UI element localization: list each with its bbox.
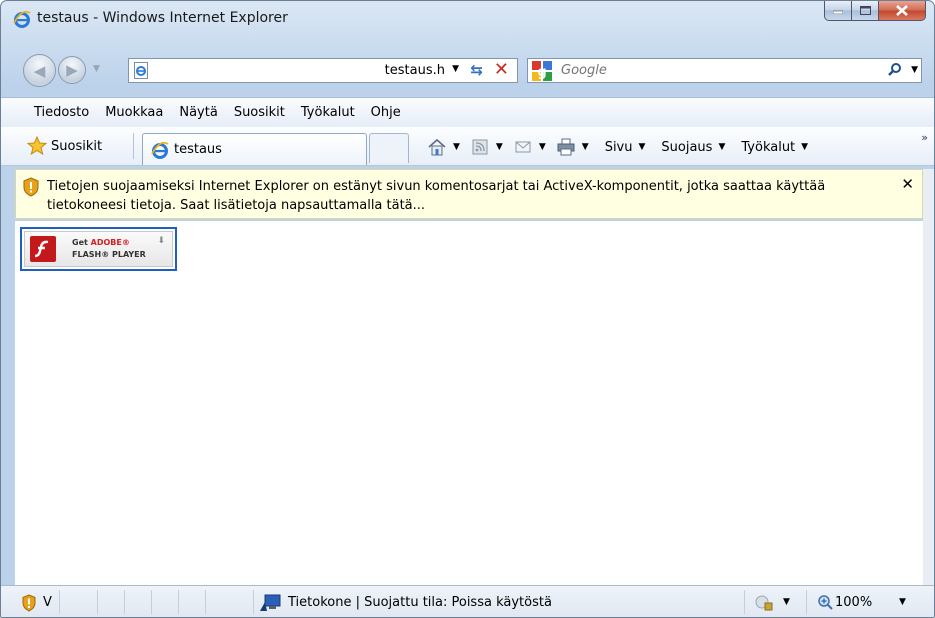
tab-label: testaus: [174, 142, 222, 157]
close-icon[interactable]: ✕: [901, 175, 914, 193]
maximize-icon: [859, 6, 871, 15]
menu-item-file[interactable]: Tiedosto: [1, 105, 97, 120]
flash-get-adobe-text: Get ADOBE®: [72, 238, 130, 247]
flash-badge: Get ADOBE® FLASH® PLAYER ⬇: [24, 231, 173, 267]
navigation-bar: ◀ ▶ ▼ testaus.h ▼ ⇆ ✕ g ▼: [1, 37, 934, 95]
mail-dropdown-icon[interactable]: ▼: [539, 142, 546, 152]
google-logo-icon: g: [532, 61, 552, 81]
toolbar-divider: [133, 133, 134, 159]
status-divider: [178, 590, 179, 614]
title-bar: testaus - Windows Internet Explorer: [1, 1, 934, 37]
address-bar[interactable]: testaus.h ▼ ⇆ ✕: [128, 58, 518, 83]
home-icon[interactable]: [427, 138, 447, 156]
information-bar-message: Tietojen suojaamiseksi Internet Explorer…: [47, 179, 826, 213]
stop-icon[interactable]: ✕: [494, 59, 509, 80]
menu-bar: Tiedosto Muokkaa Näytä Suosikit Työkalut…: [1, 97, 934, 128]
flash-product-text: FLASH® PLAYER: [72, 250, 146, 259]
status-divider: [806, 590, 807, 614]
status-divider: [124, 590, 125, 614]
new-tab-button[interactable]: [369, 133, 409, 163]
back-arrow-icon: ◀: [33, 61, 46, 80]
status-divider: [97, 590, 98, 614]
favorites-label: Suosikit: [51, 138, 103, 154]
forward-button[interactable]: ▶: [58, 56, 86, 84]
forward-arrow-icon: ▶: [66, 61, 78, 79]
status-divider: [151, 590, 152, 614]
home-dropdown-icon[interactable]: ▼: [453, 142, 460, 152]
zoom-icon[interactable]: [817, 594, 833, 610]
safety-dropdown-icon[interactable]: ▼: [718, 142, 725, 152]
close-button[interactable]: [879, 1, 926, 21]
status-divider: [59, 590, 60, 614]
favorites-star-icon: [27, 136, 47, 156]
feeds-dropdown-icon[interactable]: ▼: [496, 142, 503, 152]
zoom-level[interactable]: 100%: [835, 595, 872, 610]
security-zone-text: Tietokone | Suojattu tila: Poissa käytös…: [288, 595, 552, 610]
download-arrow-icon: ⬇: [157, 236, 165, 246]
search-icon[interactable]: [887, 62, 903, 78]
address-dropdown-icon[interactable]: ▼: [452, 64, 459, 74]
mail-icon[interactable]: [513, 138, 533, 156]
print-dropdown-icon[interactable]: ▼: [582, 142, 589, 152]
computer-zone-icon: [260, 594, 281, 611]
protected-mode-dropdown-icon[interactable]: ▼: [783, 597, 790, 607]
tools-menu-button[interactable]: Työkalut: [741, 140, 795, 155]
shield-warning-icon[interactable]: [21, 594, 37, 612]
menu-item-view[interactable]: Näytä: [171, 105, 225, 120]
zoom-dropdown-icon[interactable]: ▼: [899, 597, 906, 607]
back-button[interactable]: ◀: [23, 54, 56, 87]
ie-logo-icon: [151, 141, 169, 159]
menu-item-favorites[interactable]: Suosikit: [226, 105, 293, 120]
vertical-scrollbar[interactable]: [923, 169, 934, 585]
ie-logo-icon: [13, 10, 31, 28]
status-divider: [253, 590, 254, 614]
status-divider: [744, 590, 745, 614]
svg-text:g: g: [537, 65, 546, 80]
recent-pages-dropdown-icon[interactable]: ▼: [93, 64, 100, 74]
command-tools: ▼ ▼ ▼ ▼ Sivu ▼ Suojaus ▼ Työkalut ▼: [427, 135, 818, 159]
feeds-icon[interactable]: [470, 138, 490, 156]
protected-mode-icon[interactable]: [755, 594, 773, 612]
page-menu-button[interactable]: Sivu: [605, 140, 633, 155]
safety-menu-button[interactable]: Suojaus: [661, 140, 712, 155]
shield-warning-icon: [23, 177, 39, 197]
tab-testaus[interactable]: testaus: [142, 133, 367, 165]
search-box[interactable]: g ▼: [527, 58, 922, 83]
menu-item-tools[interactable]: Työkalut: [293, 105, 363, 120]
print-icon[interactable]: [556, 138, 576, 156]
refresh-icon[interactable]: ⇆: [470, 61, 483, 79]
page-content: Get ADOBE® FLASH® PLAYER ⬇: [15, 221, 923, 585]
page-dropdown-icon[interactable]: ▼: [638, 142, 645, 152]
status-text: V: [43, 595, 52, 610]
browser-window: testaus - Windows Internet Explorer ◀ ▶ …: [0, 0, 935, 618]
menu-item-help[interactable]: Ohje: [363, 105, 409, 120]
flash-logo-icon: [30, 236, 56, 262]
status-bar: V Tietokone | Suojattu tila: Poissa käyt…: [1, 585, 934, 617]
search-dropdown-icon[interactable]: ▼: [911, 65, 918, 75]
menu-item-edit[interactable]: Muokkaa: [97, 105, 171, 120]
status-divider: [205, 590, 206, 614]
maximize-button[interactable]: [852, 1, 879, 21]
command-bar: Suosikit testaus ▼ ▼ ▼ ▼ Sivu ▼ Suojaus …: [1, 127, 934, 166]
tools-dropdown-icon[interactable]: ▼: [801, 142, 808, 152]
address-url[interactable]: testaus.h: [385, 63, 445, 78]
close-icon: [896, 5, 908, 16]
favorites-button[interactable]: Suosikit: [27, 134, 102, 158]
more-chevron-icon[interactable]: »: [921, 131, 928, 144]
ie-page-icon: [134, 62, 148, 79]
search-input[interactable]: [561, 63, 811, 78]
caption-buttons: [824, 1, 926, 23]
information-bar[interactable]: Tietojen suojaamiseksi Internet Explorer…: [15, 169, 923, 219]
get-flash-player-button[interactable]: Get ADOBE® FLASH® PLAYER ⬇: [20, 227, 177, 271]
minimize-icon: [833, 10, 843, 14]
minimize-button[interactable]: [824, 1, 852, 21]
window-title: testaus - Windows Internet Explorer: [37, 10, 288, 26]
